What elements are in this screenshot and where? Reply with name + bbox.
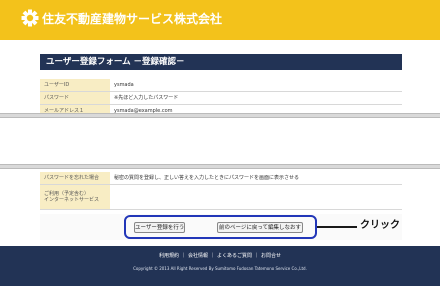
- footer-link-faq[interactable]: よくあるご質問: [217, 253, 252, 260]
- row-value-internet-service: [110, 184, 402, 210]
- table-row: パスワード ※先ほど入力したパスワード: [40, 91, 402, 105]
- truncation-band-top: [0, 113, 440, 118]
- table-row: ユーザーID ysmada: [40, 79, 402, 92]
- row-label-line2: インターネットサービス: [44, 197, 100, 203]
- truncation-band-bottom: [0, 164, 440, 169]
- footer-link-terms[interactable]: 利用規約: [159, 253, 179, 260]
- row-value-forgot-password: 秘密の質問を登録し、正しい答えを入力したときにパスワードを画面に表示させる: [110, 172, 402, 185]
- table-row: ご利用（予定含む） インターネットサービス: [40, 184, 402, 210]
- table-row: パスワードを忘れた場合 秘密の質問を登録し、正しい答えを入力したときにパスワード…: [40, 172, 402, 185]
- footer-link-contact[interactable]: お問合せ: [261, 253, 281, 260]
- copyright-text: Copyright © 2013 All Right Reserved By S…: [133, 266, 307, 271]
- row-label-password: パスワード: [40, 91, 110, 105]
- row-label-forgot-password: パスワードを忘れた場合: [40, 172, 110, 185]
- row-value-password: ※先ほど入力したパスワード: [110, 91, 402, 105]
- row-label-user-id: ユーザーID: [40, 79, 110, 92]
- row-label-internet-service: ご利用（予定含む） インターネットサービス: [40, 184, 110, 210]
- confirmation-table-continued: パスワードを忘れた場合 秘密の質問を登録し、正しい答えを入力したときにパスワード…: [40, 172, 402, 210]
- site-header: 住友不動産建物サービス株式会社: [0, 0, 440, 40]
- footer-separator: ｜: [180, 253, 186, 259]
- row-value-user-id: ysmada: [110, 79, 402, 92]
- page-title: ユーザー登録フォーム －登録確認－: [40, 54, 402, 70]
- footer-separator: ｜: [254, 253, 260, 259]
- footer-link-company[interactable]: 会社情報: [188, 253, 208, 260]
- company-logo-icon: [21, 9, 39, 27]
- footer-links: 利用規約｜会社情報｜よくあるご質問｜お問合せ: [0, 253, 440, 260]
- annotation-click-label: クリック: [360, 220, 400, 231]
- company-name: 住友不動産建物サービス株式会社: [42, 12, 223, 26]
- annotation-highlight-box: [124, 215, 317, 239]
- footer-separator: ｜: [209, 253, 215, 259]
- annotation-callout-line: [317, 226, 357, 228]
